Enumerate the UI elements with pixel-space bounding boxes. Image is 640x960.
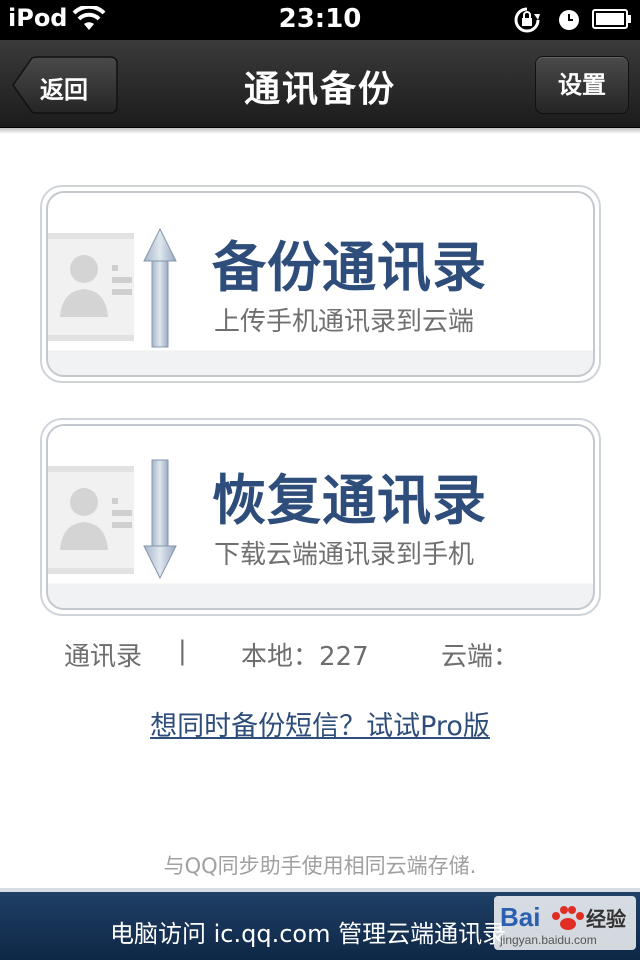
restore-subtitle: 下载云端通讯录到手机 bbox=[214, 540, 475, 570]
svg-text:jingyan.baidu.com: jingyan.baidu.com bbox=[499, 933, 597, 947]
backup-title: 备份通讯录 bbox=[212, 236, 487, 299]
cloud-count: 云端： bbox=[441, 642, 520, 672]
contact-upload-icon bbox=[48, 227, 177, 348]
contacts-stats: 通讯录 | 本地：227 云端： bbox=[0, 636, 640, 672]
restore-card-inner: 恢复通讯录 下载云端通讯录到手机 bbox=[46, 424, 595, 610]
svg-text:Bai: Bai bbox=[500, 902, 540, 932]
status-time: 23:10 bbox=[278, 4, 362, 34]
backup-card-inner: 备份通讯录 上传手机通讯录到云端 bbox=[46, 191, 595, 377]
nav-shadow bbox=[0, 128, 640, 134]
restore-contacts-button[interactable]: 恢复通讯录 下载云端通讯录到手机 bbox=[40, 418, 601, 616]
backup-contacts-button[interactable]: 备份通讯录 上传手机通讯录到云端 bbox=[40, 185, 601, 383]
backup-subtitle: 上传手机通讯录到云端 bbox=[214, 307, 475, 337]
local-count: 本地：227 bbox=[241, 642, 369, 672]
alarm-icon bbox=[559, 10, 579, 30]
stats-separator: | bbox=[178, 636, 187, 666]
storage-note: 与QQ同步助手使用相同云端存储. bbox=[163, 854, 477, 878]
restore-title: 恢复通讯录 bbox=[212, 469, 487, 532]
svg-text:经验: 经验 bbox=[586, 907, 626, 931]
status-bar: iPod 23:10 bbox=[0, 0, 640, 40]
battery-icon bbox=[592, 9, 631, 29]
contact-download-icon bbox=[48, 459, 177, 580]
stats-label: 通讯录 bbox=[64, 642, 143, 672]
baidu-watermark-logo: Bai 经验 jingyan.baidu.com bbox=[494, 896, 636, 950]
settings-button[interactable]: 设置 bbox=[535, 56, 629, 114]
try-pro-link[interactable]: 想同时备份短信？试试Pro版 bbox=[0, 704, 640, 743]
rotation-lock-icon bbox=[514, 7, 540, 33]
bottom-banner-text: 电脑访问 ic.qq.com 管理云端通讯录 bbox=[110, 920, 507, 948]
navigation-bar: 返回 通讯备份 设置 bbox=[0, 40, 640, 128]
